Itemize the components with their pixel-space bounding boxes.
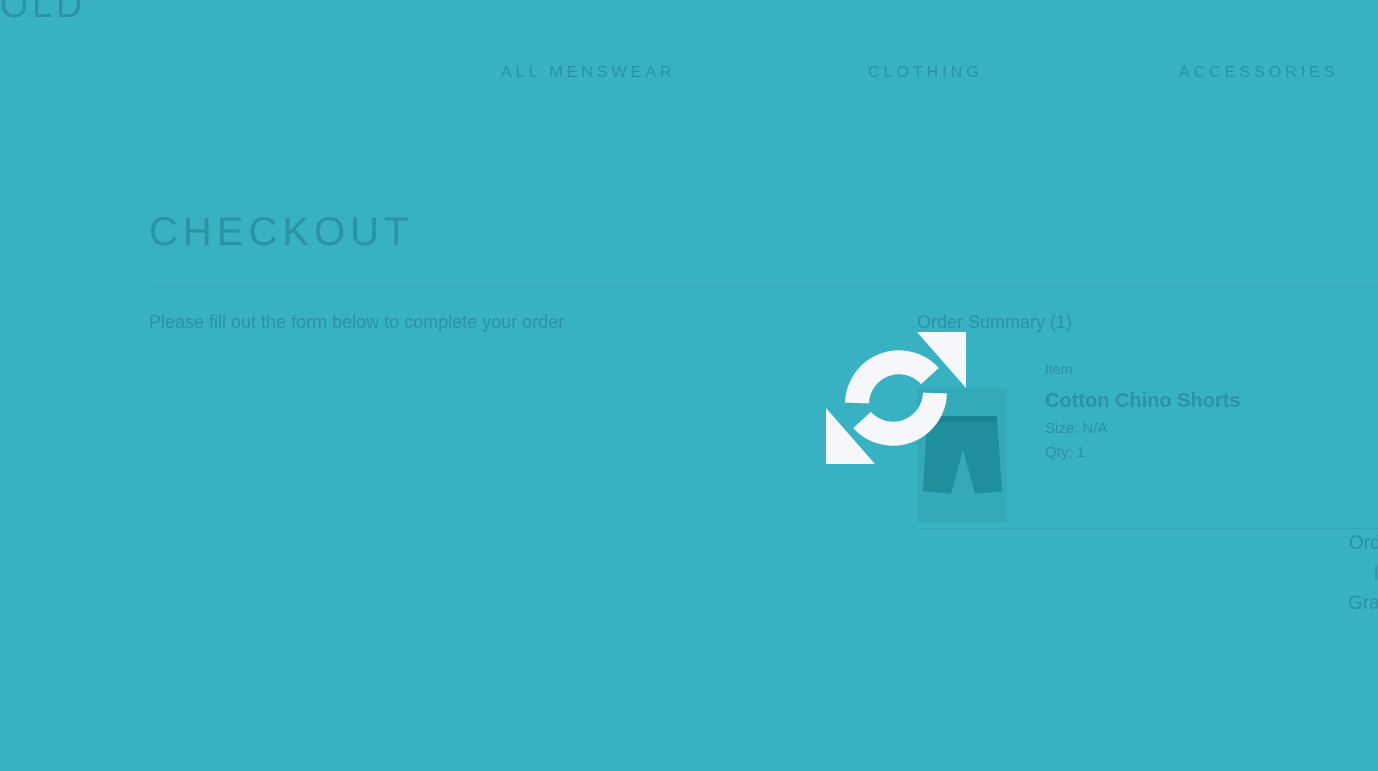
checkout-instructions: Please fill out the form below to comple… <box>149 312 565 332</box>
order-total-label: Ord <box>1349 533 1378 554</box>
brand-logo[interactable]: OLD <box>0 0 86 26</box>
shipping-label: l <box>1374 564 1378 585</box>
item-name[interactable]: Cotton Chino Shorts <box>1045 390 1241 413</box>
grand-total-label: Gra <box>1348 593 1378 614</box>
refresh-icon <box>822 328 970 468</box>
header-divider <box>0 190 1378 191</box>
item-quantity: Qty: 1 <box>1045 444 1086 461</box>
summary-divider <box>917 528 1378 529</box>
nav-accessories[interactable]: ACCESSORIES <box>1179 64 1339 82</box>
nav-clothing[interactable]: CLOTHING <box>868 64 983 82</box>
nav-all-menswear[interactable]: ALL MENSWEAR <box>501 64 676 82</box>
checkout-page: OLD ALL MENSWEAR CLOTHING ACCESSORIES CH… <box>0 0 1378 771</box>
page-title: CHECKOUT <box>149 210 414 254</box>
item-column-header: Item <box>1045 361 1073 377</box>
title-divider <box>149 286 1378 287</box>
item-size: Size: N/A <box>1045 420 1108 437</box>
